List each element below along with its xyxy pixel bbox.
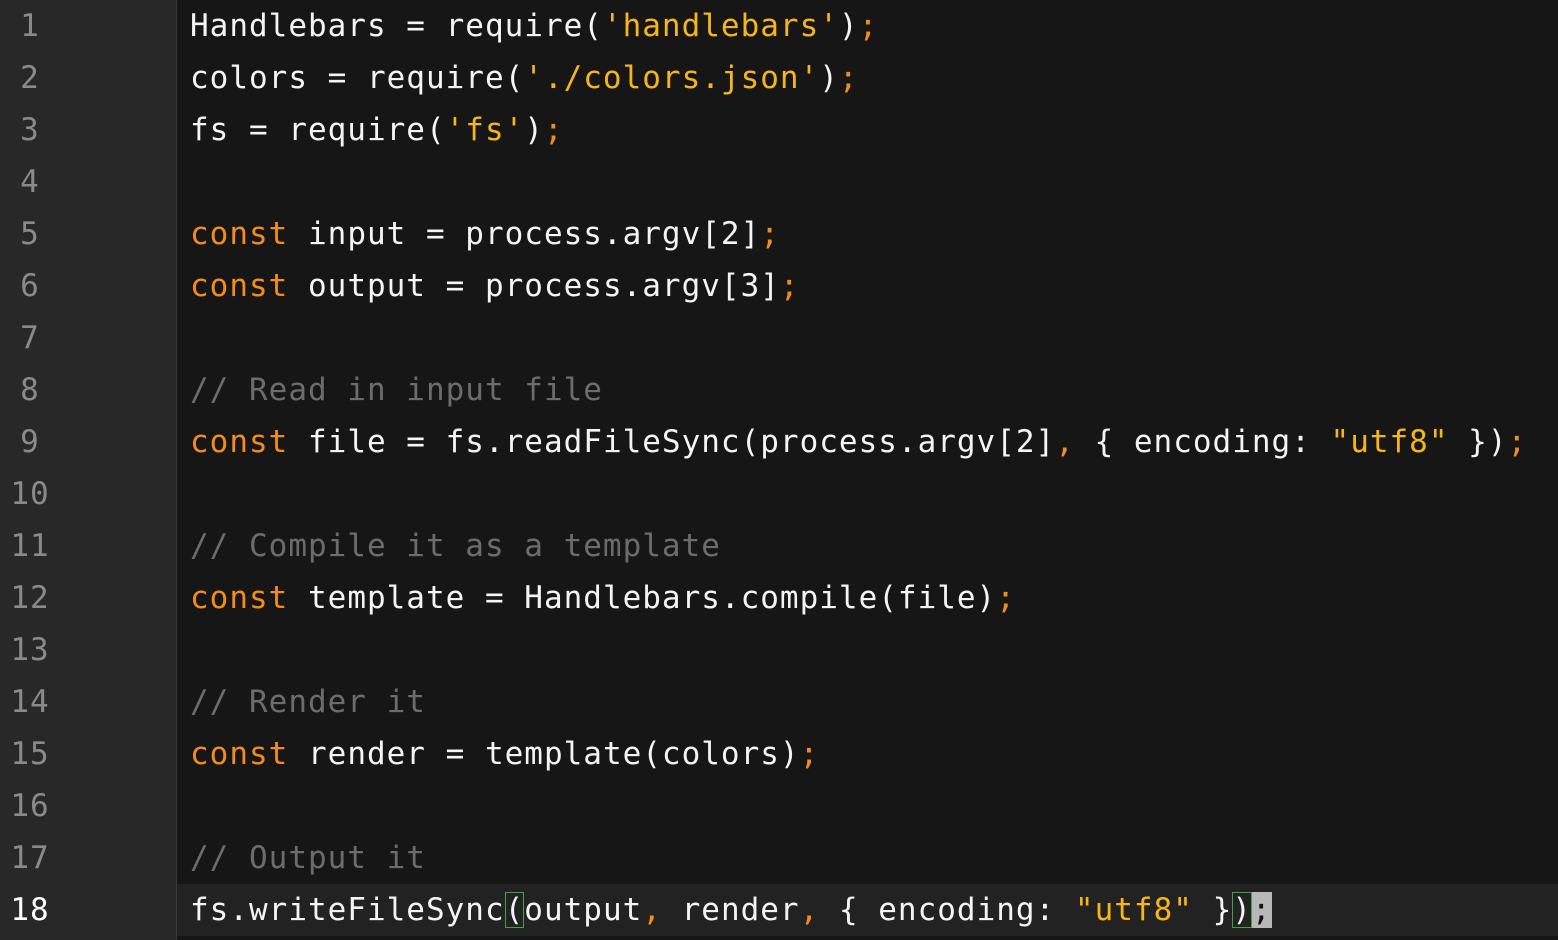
keyword-token: const xyxy=(190,580,289,616)
line-number: 7 xyxy=(20,320,40,356)
punctuation-token: ; xyxy=(996,580,1016,616)
string-token: 'handlebars' xyxy=(602,8,839,44)
code-line[interactable]: // Compile it as a template xyxy=(177,520,1558,572)
keyword-token: const xyxy=(190,216,289,252)
code-line-text: const file = fs.readFileSync(process.arg… xyxy=(190,416,1527,468)
code-line[interactable]: const input = process.argv[2]; xyxy=(177,208,1558,260)
code-token: }) xyxy=(1448,424,1508,460)
line-number: 6 xyxy=(20,268,40,304)
code-line[interactable] xyxy=(177,468,1558,520)
line-number: 15 xyxy=(10,736,50,772)
punctuation-token: ; xyxy=(779,268,800,304)
comment-token: // Render it xyxy=(190,684,426,720)
punctuation-token: , xyxy=(799,892,820,928)
string-token: './colors.json' xyxy=(524,60,820,96)
line-number: 13 xyxy=(10,632,50,668)
string-token: "utf8" xyxy=(1330,424,1449,460)
code-line-text: // Read in input file xyxy=(190,364,603,416)
line-number: 5 xyxy=(20,216,40,252)
code-token: ) xyxy=(524,112,544,148)
code-line[interactable]: colors = require('./colors.json'); xyxy=(177,52,1558,104)
code-token: fs = require( xyxy=(190,112,446,148)
code-line-text: fs = require('fs'); xyxy=(190,104,564,156)
text-cursor: ; xyxy=(1251,892,1272,928)
line-number: 3 xyxy=(20,112,40,148)
code-token: } xyxy=(1192,892,1233,928)
line-number: 2 xyxy=(20,60,40,96)
line-number: 16 xyxy=(10,788,50,824)
line-number: 8 xyxy=(20,372,40,408)
code-line[interactable] xyxy=(177,780,1558,832)
code-line-text: // Render it xyxy=(190,676,426,728)
line-number: 1 xyxy=(20,8,40,44)
line-number: 17 xyxy=(10,840,50,876)
code-line[interactable] xyxy=(177,624,1558,676)
punctuation-token: , xyxy=(642,892,662,928)
line-number-gutter: 1 2 3 4 5 6 7 8 9 10 11 12 13 14 15 16 17 18 xyxy=(0,0,177,940)
code-line[interactable]: // Output it xyxy=(177,832,1558,884)
comment-token: // Compile it as a template xyxy=(190,528,721,564)
code-line[interactable]: const output = process.argv[3]; xyxy=(177,260,1558,312)
keyword-token: const xyxy=(190,736,289,772)
punctuation-token: ; xyxy=(858,8,879,44)
code-token: template = Handlebars.compile(file) xyxy=(288,580,997,616)
code-line-text: fs.writeFileSync(output, render, { encod… xyxy=(190,884,1272,936)
punctuation-token: ; xyxy=(799,736,820,772)
code-line[interactable]: const template = Handlebars.compile(file… xyxy=(177,572,1558,624)
code-token: output xyxy=(524,892,643,928)
line-number: 9 xyxy=(20,424,40,460)
string-token: "utf8" xyxy=(1074,892,1193,928)
punctuation-token: , xyxy=(1055,424,1075,460)
code-line-text: // Compile it as a template xyxy=(190,520,721,572)
line-number: 10 xyxy=(10,476,50,512)
code-line[interactable]: const file = fs.readFileSync(process.arg… xyxy=(177,416,1558,468)
keyword-token: const xyxy=(190,424,289,460)
code-line[interactable]: Handlebars = require('handlebars'); xyxy=(177,0,1558,52)
punctuation-token: ; xyxy=(1507,424,1528,460)
line-number: 14 xyxy=(10,684,50,720)
line-number: 4 xyxy=(20,164,40,200)
code-line[interactable]: const render = template(colors); xyxy=(177,728,1558,780)
code-line-text: const render = template(colors); xyxy=(190,728,819,780)
code-line-text: const template = Handlebars.compile(file… xyxy=(190,572,1016,624)
code-line-text: Handlebars = require('handlebars'); xyxy=(190,0,878,52)
code-token: { encoding: xyxy=(1074,424,1331,460)
code-editor[interactable]: 1 2 3 4 5 6 7 8 9 10 11 12 13 14 15 16 17 18 Handlebars =… xyxy=(0,0,1558,940)
punctuation-token: ; xyxy=(543,112,564,148)
code-line-text: const input = process.argv[2]; xyxy=(190,208,780,260)
comment-token: // Output it xyxy=(190,840,426,876)
code-token: { encoding: xyxy=(819,892,1075,928)
code-line[interactable] xyxy=(177,312,1558,364)
code-line-text: // Output it xyxy=(190,832,426,884)
code-token: output = process.argv[3] xyxy=(288,268,780,304)
code-token: ) xyxy=(838,8,859,44)
code-area[interactable]: Handlebars = require('handlebars'); color… xyxy=(177,0,1558,940)
code-line-text: colors = require('./colors.json'); xyxy=(190,52,859,104)
code-token: ) xyxy=(819,60,839,96)
string-token: 'fs' xyxy=(445,112,525,148)
code-line[interactable] xyxy=(177,156,1558,208)
matched-bracket: ) xyxy=(1232,892,1252,928)
code-line[interactable]: // Render it xyxy=(177,676,1558,728)
comment-token: // Read in input file xyxy=(190,372,603,408)
code-line[interactable]: fs = require('fs'); xyxy=(177,104,1558,156)
line-number: 11 xyxy=(10,528,50,564)
current-code-line[interactable]: fs.writeFileSync(output, render, { encod… xyxy=(177,884,1558,936)
punctuation-token: ; xyxy=(838,60,859,96)
code-line-text: const output = process.argv[3]; xyxy=(190,260,800,312)
code-line[interactable]: // Read in input file xyxy=(177,364,1558,416)
code-token: fs.writeFileSync xyxy=(190,892,505,928)
matched-bracket: ( xyxy=(504,892,525,928)
code-token: render = template(colors) xyxy=(288,736,800,772)
code-token: file = fs.readFileSync(process.argv[2] xyxy=(288,424,1056,460)
punctuation-token: ; xyxy=(760,216,780,252)
code-token: render xyxy=(661,892,800,928)
code-token: input = process.argv[2] xyxy=(288,216,761,252)
code-token: colors = require( xyxy=(190,60,525,96)
code-token: Handlebars = require( xyxy=(190,8,603,44)
line-number: 18 xyxy=(10,892,50,928)
keyword-token: const xyxy=(190,268,289,304)
line-number: 12 xyxy=(10,580,50,616)
